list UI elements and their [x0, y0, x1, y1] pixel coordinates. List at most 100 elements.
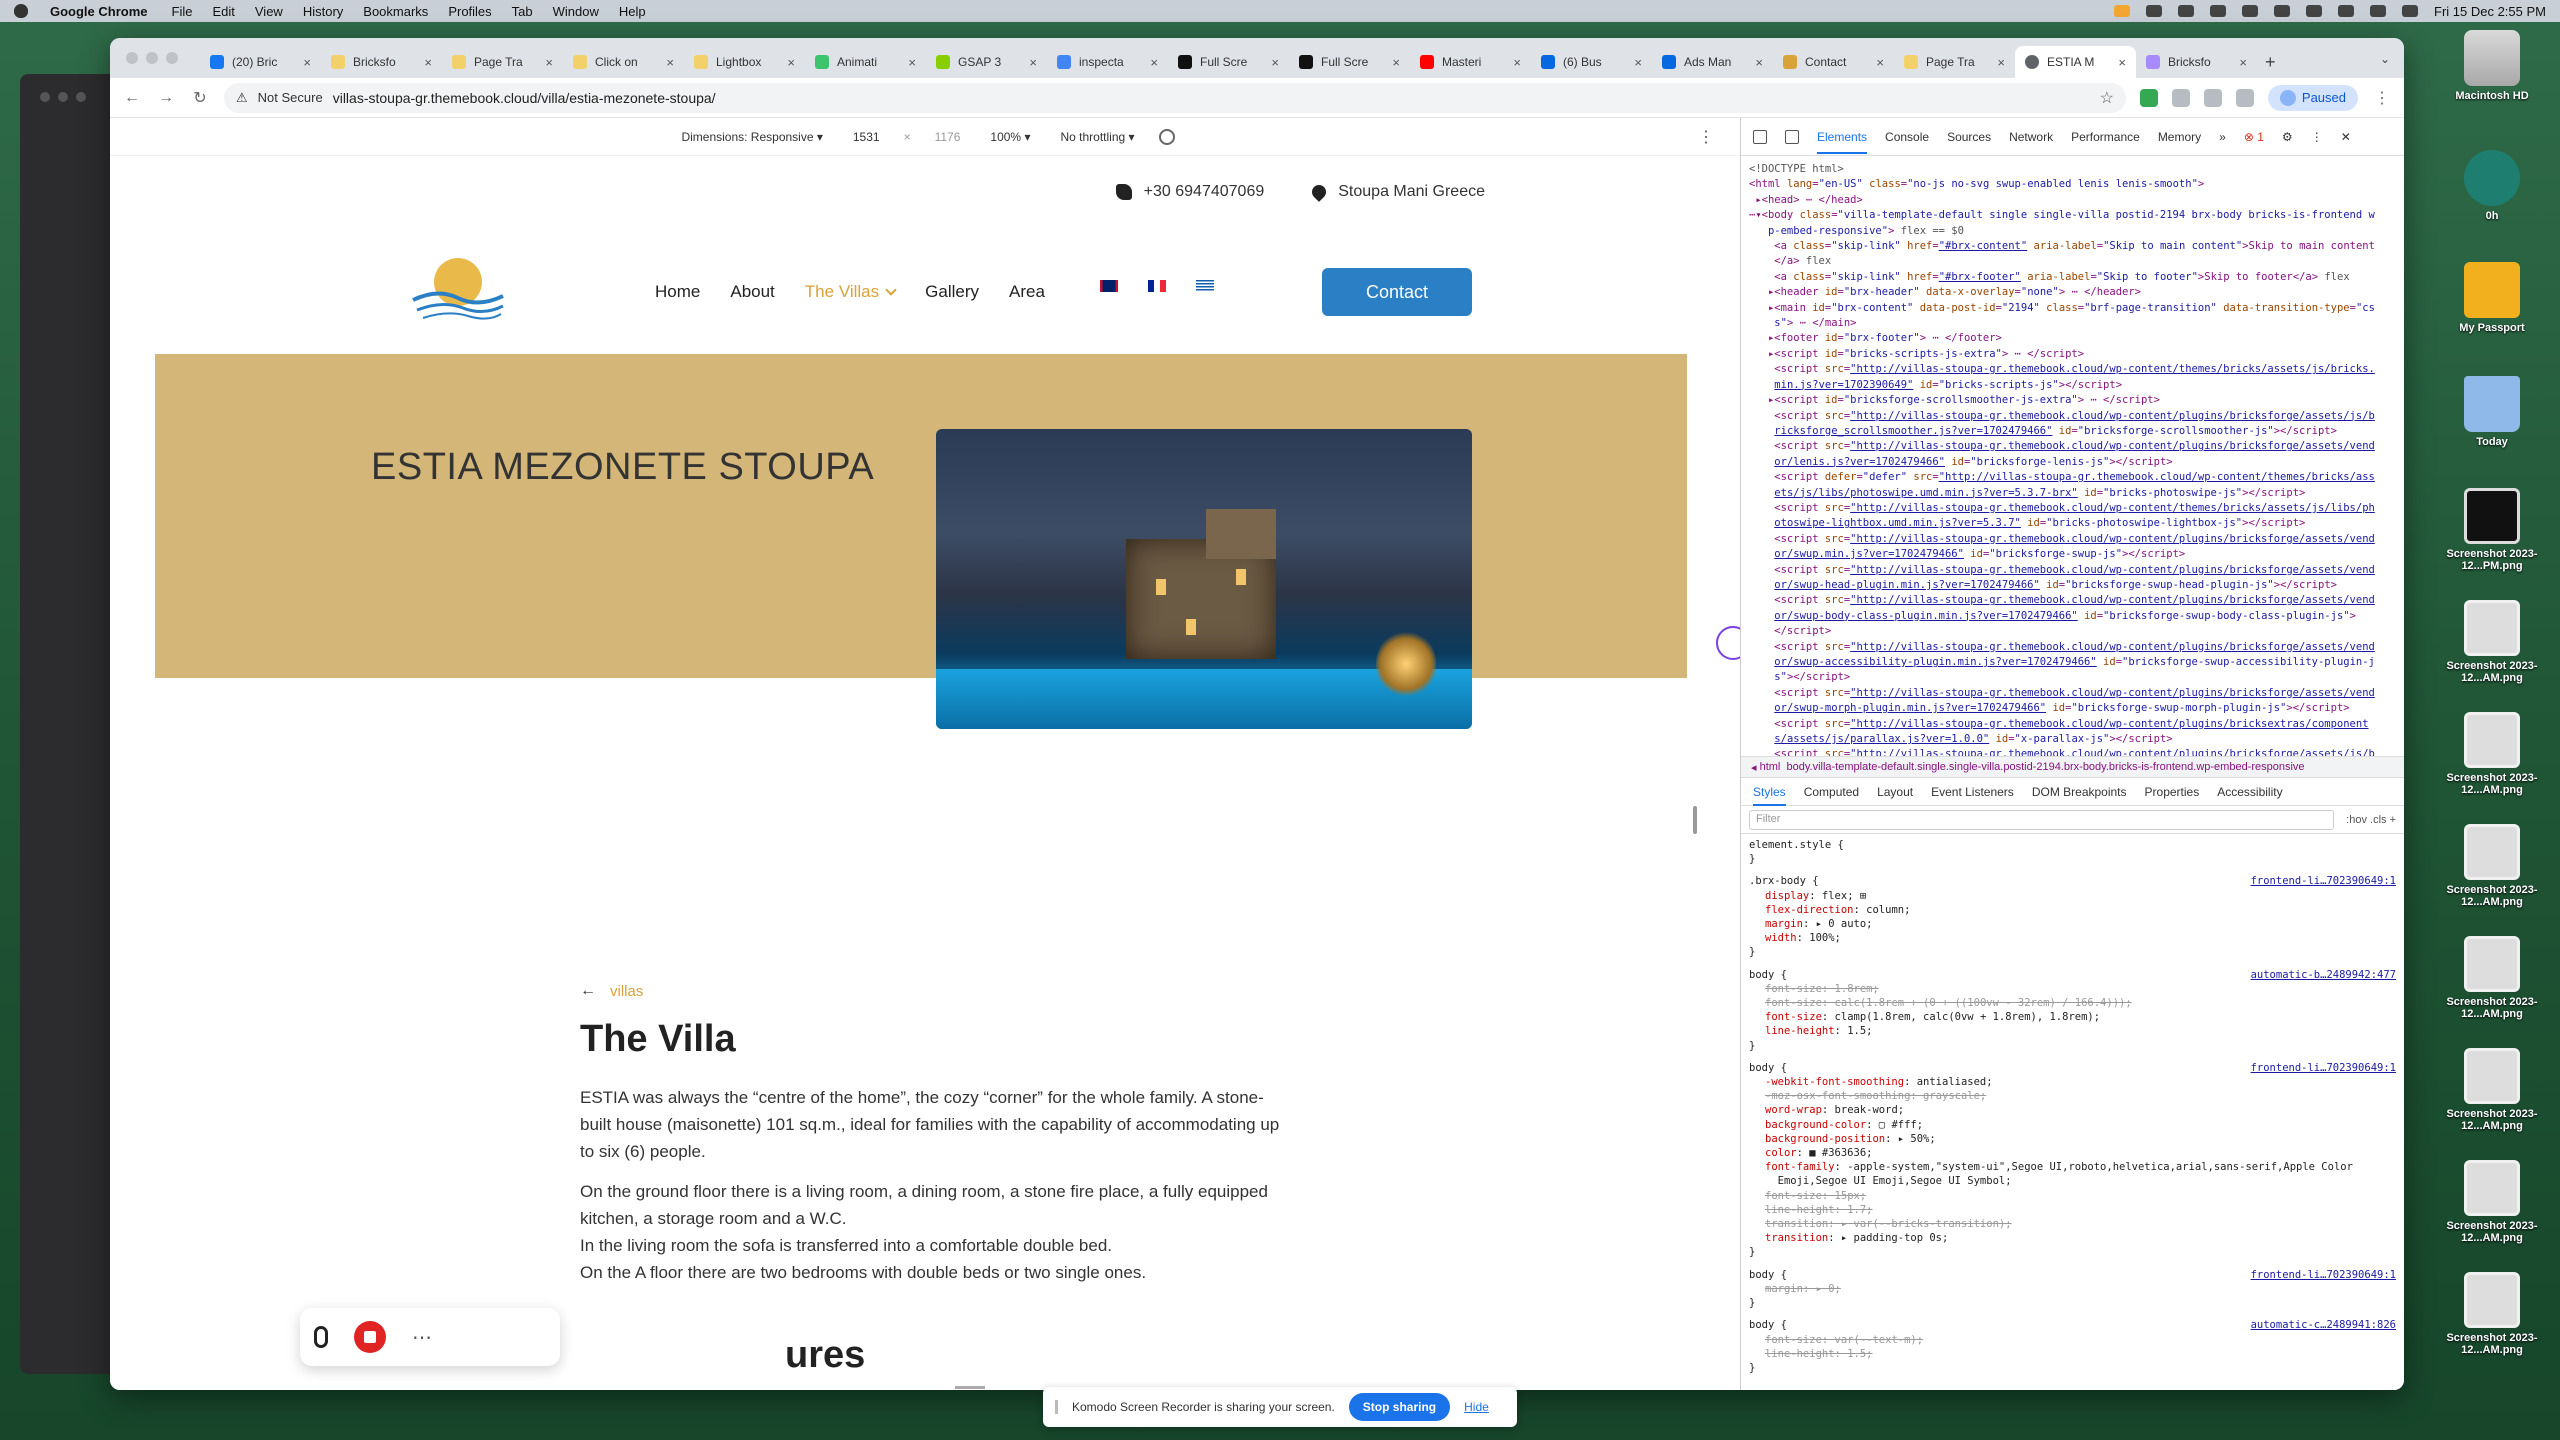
close-icon[interactable]: ×	[545, 55, 553, 70]
width-input[interactable]: 1531	[847, 128, 886, 146]
browser-tab[interactable]: Full Scre ×	[1168, 46, 1289, 78]
subtab-dom-breakpoints[interactable]: DOM Breakpoints	[2032, 785, 2127, 799]
dom-line[interactable]: <script src="http://villas-stoupa-gr.the…	[1749, 532, 2396, 547]
menubar-clock[interactable]: Fri 15 Dec 2:55 PM	[2434, 4, 2546, 19]
background-window[interactable]	[20, 74, 116, 1374]
dom-line[interactable]: <!DOCTYPE html>	[1749, 162, 2396, 177]
dom-line[interactable]: otoswipe-lightbox.umd.min.js?ver=5.3.7" …	[1749, 516, 2396, 531]
mythos-villas-logo[interactable]	[403, 248, 513, 334]
nav-gallery[interactable]: Gallery	[925, 282, 979, 302]
tray-icon[interactable]	[2146, 5, 2162, 17]
desktop-icon-screenshot[interactable]: Screenshot 2023-12...AM.png	[2432, 600, 2552, 684]
desktop-icon-screenshot[interactable]: Screenshot 2023-12...AM.png	[2432, 936, 2552, 1020]
dom-line[interactable]: ▸<script id="bricksforge-scrollsmoother-…	[1749, 393, 2396, 408]
forward-arrow-icon[interactable]: →	[156, 89, 176, 107]
microphone-icon[interactable]	[314, 1326, 328, 1348]
contact-button[interactable]: Contact	[1322, 268, 1472, 316]
desktop-icon-macintosh-hd[interactable]: Macintosh HD	[2432, 30, 2552, 102]
desktop-icon-screenshot[interactable]: Screenshot 2023-12...AM.png	[2432, 1272, 2552, 1356]
close-icon[interactable]: ×	[1029, 55, 1037, 70]
desktop-icon-my-passport[interactable]: My Passport	[2432, 262, 2552, 334]
dom-line[interactable]: <html lang="en-US" class="no-js no-svg s…	[1749, 177, 2396, 192]
css-rule[interactable]: automatic-c…2489941:826 body { font-size…	[1749, 1318, 2396, 1375]
dom-line[interactable]: ▸<script id="bricks-scripts-js-extra"> ⋯…	[1749, 347, 2396, 362]
error-count-badge[interactable]: ⊗ 1	[2244, 130, 2264, 144]
device-toggle-icon[interactable]	[1785, 129, 1799, 144]
browser-tab[interactable]: Ads Man ×	[1652, 46, 1773, 78]
browser-tab[interactable]: inspecta ×	[1047, 46, 1168, 78]
close-icon[interactable]: ×	[1513, 55, 1521, 70]
resize-handle[interactable]	[955, 1386, 985, 1389]
desktop-icon-today[interactable]: Today	[2432, 376, 2552, 448]
dom-line[interactable]: <script src="http://villas-stoupa-gr.the…	[1749, 593, 2396, 608]
stop-record-button[interactable]	[354, 1321, 386, 1353]
address-bar[interactable]: ⚠ Not Secure villas-stoupa-gr.themebook.…	[224, 82, 2126, 113]
css-rule[interactable]: automatic-b…2489942:477 body { font-size…	[1749, 968, 2396, 1053]
kebab-menu-icon[interactable]: ⋮	[2372, 88, 2392, 108]
dom-line[interactable]: <script src="http://villas-stoupa-gr.the…	[1749, 563, 2396, 578]
subtab-properties[interactable]: Properties	[2145, 785, 2200, 799]
tab-performance[interactable]: Performance	[2071, 130, 2140, 144]
tray-icon[interactable]	[2178, 5, 2194, 17]
browser-tab[interactable]: Lightbox ×	[684, 46, 805, 78]
dom-line[interactable]: ricksforge_scrollsmoother.js?ver=1702479…	[1749, 424, 2396, 439]
styles-pane[interactable]: element.style {} frontend-li…702390649:1…	[1741, 834, 2404, 1387]
menu-file[interactable]: File	[172, 4, 193, 19]
desktop-icon-screenshot[interactable]: Screenshot 2023-12...AM.png	[2432, 1048, 2552, 1132]
menu-edit[interactable]: Edit	[212, 4, 234, 19]
close-icon[interactable]: ×	[1755, 55, 1763, 70]
close-icon[interactable]: ×	[908, 55, 916, 70]
browser-tab[interactable]: (20) Bric ×	[200, 46, 321, 78]
kebab-menu-icon[interactable]: ⋮	[2311, 130, 2323, 144]
dom-line[interactable]: <a class="skip-link" href="#brx-footer" …	[1749, 270, 2396, 285]
browser-tab[interactable]: Page Tra ×	[442, 46, 563, 78]
close-icon[interactable]: ×	[424, 55, 432, 70]
browser-tab[interactable]: Masteri ×	[1410, 46, 1531, 78]
window-close-icon[interactable]	[126, 52, 138, 64]
dom-line[interactable]: or/swup-accessibility-plugin.min.js?ver=…	[1749, 655, 2396, 670]
css-rule[interactable]: frontend-li…702390649:1 body { margin: ▸…	[1749, 1268, 2396, 1311]
dom-line[interactable]: </script>	[1749, 624, 2396, 639]
menu-tab[interactable]: Tab	[512, 4, 533, 19]
subtab-styles[interactable]: Styles	[1753, 785, 1786, 806]
menu-profiles[interactable]: Profiles	[448, 4, 491, 19]
reload-icon[interactable]: ↻	[190, 88, 210, 108]
desktop-icon-screenshot[interactable]: Screenshot 2023-12...AM.png	[2432, 1160, 2552, 1244]
browser-tab[interactable]: Click on ×	[563, 46, 684, 78]
warning-icon[interactable]: ⚠	[236, 90, 248, 106]
browser-tab[interactable]: Contact ×	[1773, 46, 1894, 78]
subtab-accessibility[interactable]: Accessibility	[2217, 785, 2282, 799]
dom-line[interactable]: s"></script>	[1749, 670, 2396, 685]
phone-number[interactable]: +30 6947407069	[1144, 183, 1265, 201]
close-icon[interactable]: ×	[2118, 55, 2126, 70]
window-close-icon[interactable]	[40, 92, 50, 102]
menubar-app-name[interactable]: Google Chrome	[50, 4, 148, 19]
menu-history[interactable]: History	[303, 4, 343, 19]
france-flag-icon[interactable]	[1148, 280, 1166, 292]
dom-line[interactable]: ets/js/libs/photoswipe.umd.min.js?ver=5.…	[1749, 486, 2396, 501]
dom-line[interactable]: s"> ⋯ </main>	[1749, 316, 2396, 331]
styles-filter-input[interactable]: Filter	[1749, 809, 2335, 830]
desktop-icon-screenshot[interactable]: Screenshot 2023-12...PM.png	[2432, 488, 2552, 572]
close-icon[interactable]: ×	[787, 55, 795, 70]
dom-line[interactable]: <a class="skip-link" href="#brx-content"…	[1749, 239, 2396, 254]
height-input[interactable]: 1176	[929, 128, 967, 146]
tab-elements[interactable]: Elements	[1817, 130, 1868, 154]
menu-view[interactable]: View	[255, 4, 283, 19]
close-icon[interactable]: ×	[2239, 55, 2247, 70]
more-options-icon[interactable]: ⋯	[412, 1325, 432, 1350]
subtab-computed[interactable]: Computed	[1804, 785, 1859, 799]
dom-line[interactable]: ▸<footer id="brx-footer"> ⋯ </footer>	[1749, 331, 2396, 346]
close-icon[interactable]: ×	[1392, 55, 1400, 70]
battery-icon[interactable]	[2306, 5, 2322, 17]
bookmark-star-icon[interactable]: ☆	[2100, 88, 2114, 108]
dom-line[interactable]: <script src="http://villas-stoupa-gr.the…	[1749, 439, 2396, 454]
close-icon[interactable]: ×	[666, 55, 674, 70]
browser-tab-active[interactable]: ESTIA M ×	[2015, 46, 2136, 78]
control-center-icon[interactable]	[2402, 5, 2418, 17]
desktop-icon-time-machine[interactable]: 0h	[2432, 150, 2552, 222]
browser-tab[interactable]: Bricksfo ×	[321, 46, 442, 78]
nav-about[interactable]: About	[730, 282, 774, 302]
settings-gear-icon[interactable]: ⚙	[2282, 130, 2293, 144]
dom-line[interactable]: min.js?ver=1702390649" id="bricks-script…	[1749, 378, 2396, 393]
